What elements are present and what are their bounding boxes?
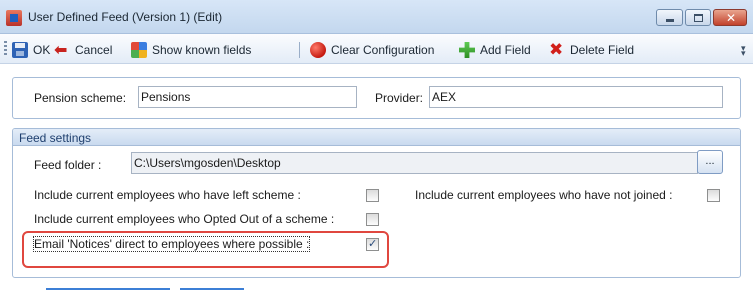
left-scheme-checkbox[interactable] xyxy=(366,189,379,202)
clear-configuration-label: Clear Configuration xyxy=(331,43,435,57)
provider-label: Provider: xyxy=(375,91,424,105)
pension-scheme-field[interactable] xyxy=(138,86,357,108)
title-bar: User Defined Feed (Version 1) (Edit) ✕ xyxy=(0,0,753,34)
scheme-group: Pension scheme: Provider: xyxy=(12,77,741,119)
save-icon xyxy=(12,42,28,58)
minimize-icon xyxy=(666,19,674,22)
provider-field[interactable] xyxy=(429,86,723,108)
highlight-annotation xyxy=(22,231,389,268)
ok-button[interactable]: OK xyxy=(12,41,50,59)
add-field-label: Add Field xyxy=(480,43,531,57)
close-button[interactable]: ✕ xyxy=(713,9,747,26)
show-known-fields-button[interactable]: Show known fields xyxy=(131,41,251,59)
app-icon xyxy=(6,10,22,26)
maximize-icon xyxy=(694,14,703,22)
delete-icon: ✖ xyxy=(549,40,564,60)
feed-folder-field[interactable] xyxy=(131,152,698,174)
feed-settings-title: Feed settings xyxy=(19,131,92,145)
cancel-button[interactable]: ⬅ Cancel xyxy=(54,41,112,59)
back-arrow-icon: ⬅ xyxy=(54,40,68,59)
toolbar-grip-icon[interactable] xyxy=(4,41,7,57)
browse-folder-button[interactable]: ... xyxy=(697,150,723,174)
clear-configuration-button[interactable]: Clear Configuration xyxy=(310,41,434,59)
option-label-not-joined: Include current employees who have not j… xyxy=(415,188,673,202)
bottom-button-partial-2[interactable] xyxy=(180,288,244,292)
user-defined-feed-window: User Defined Feed (Version 1) (Edit) ✕ O… xyxy=(0,0,753,293)
cancel-label: Cancel xyxy=(75,43,113,57)
ok-label: OK xyxy=(33,43,51,57)
toolbar-separator xyxy=(299,42,300,58)
close-icon: ✕ xyxy=(726,11,737,25)
feed-folder-label: Feed folder : xyxy=(34,158,102,172)
show-known-fields-label: Show known fields xyxy=(152,43,252,57)
toolbar: OK ⬅ Cancel Show known fields Clear Conf… xyxy=(0,34,753,64)
add-icon xyxy=(459,42,475,58)
add-field-button[interactable]: Add Field xyxy=(459,41,531,59)
opted-out-checkbox[interactable] xyxy=(366,213,379,226)
known-fields-icon xyxy=(131,42,147,58)
not-joined-checkbox[interactable] xyxy=(707,189,720,202)
minimize-button[interactable] xyxy=(656,9,683,26)
maximize-button[interactable] xyxy=(685,9,711,26)
feed-settings-header: Feed settings xyxy=(13,129,740,146)
pension-scheme-label: Pension scheme: xyxy=(34,91,127,105)
option-label-opted-out: Include current employees who Opted Out … xyxy=(34,212,335,226)
window-title: User Defined Feed (Version 1) (Edit) xyxy=(28,10,223,24)
clear-icon xyxy=(310,42,326,58)
bottom-button-partial[interactable] xyxy=(46,288,170,292)
toolbar-overflow-icon[interactable]: ▾ ▾ xyxy=(741,45,746,59)
option-label-left-scheme: Include current employees who have left … xyxy=(34,188,301,202)
delete-field-button[interactable]: ✖ Delete Field xyxy=(549,41,634,59)
delete-field-label: Delete Field xyxy=(570,43,635,57)
